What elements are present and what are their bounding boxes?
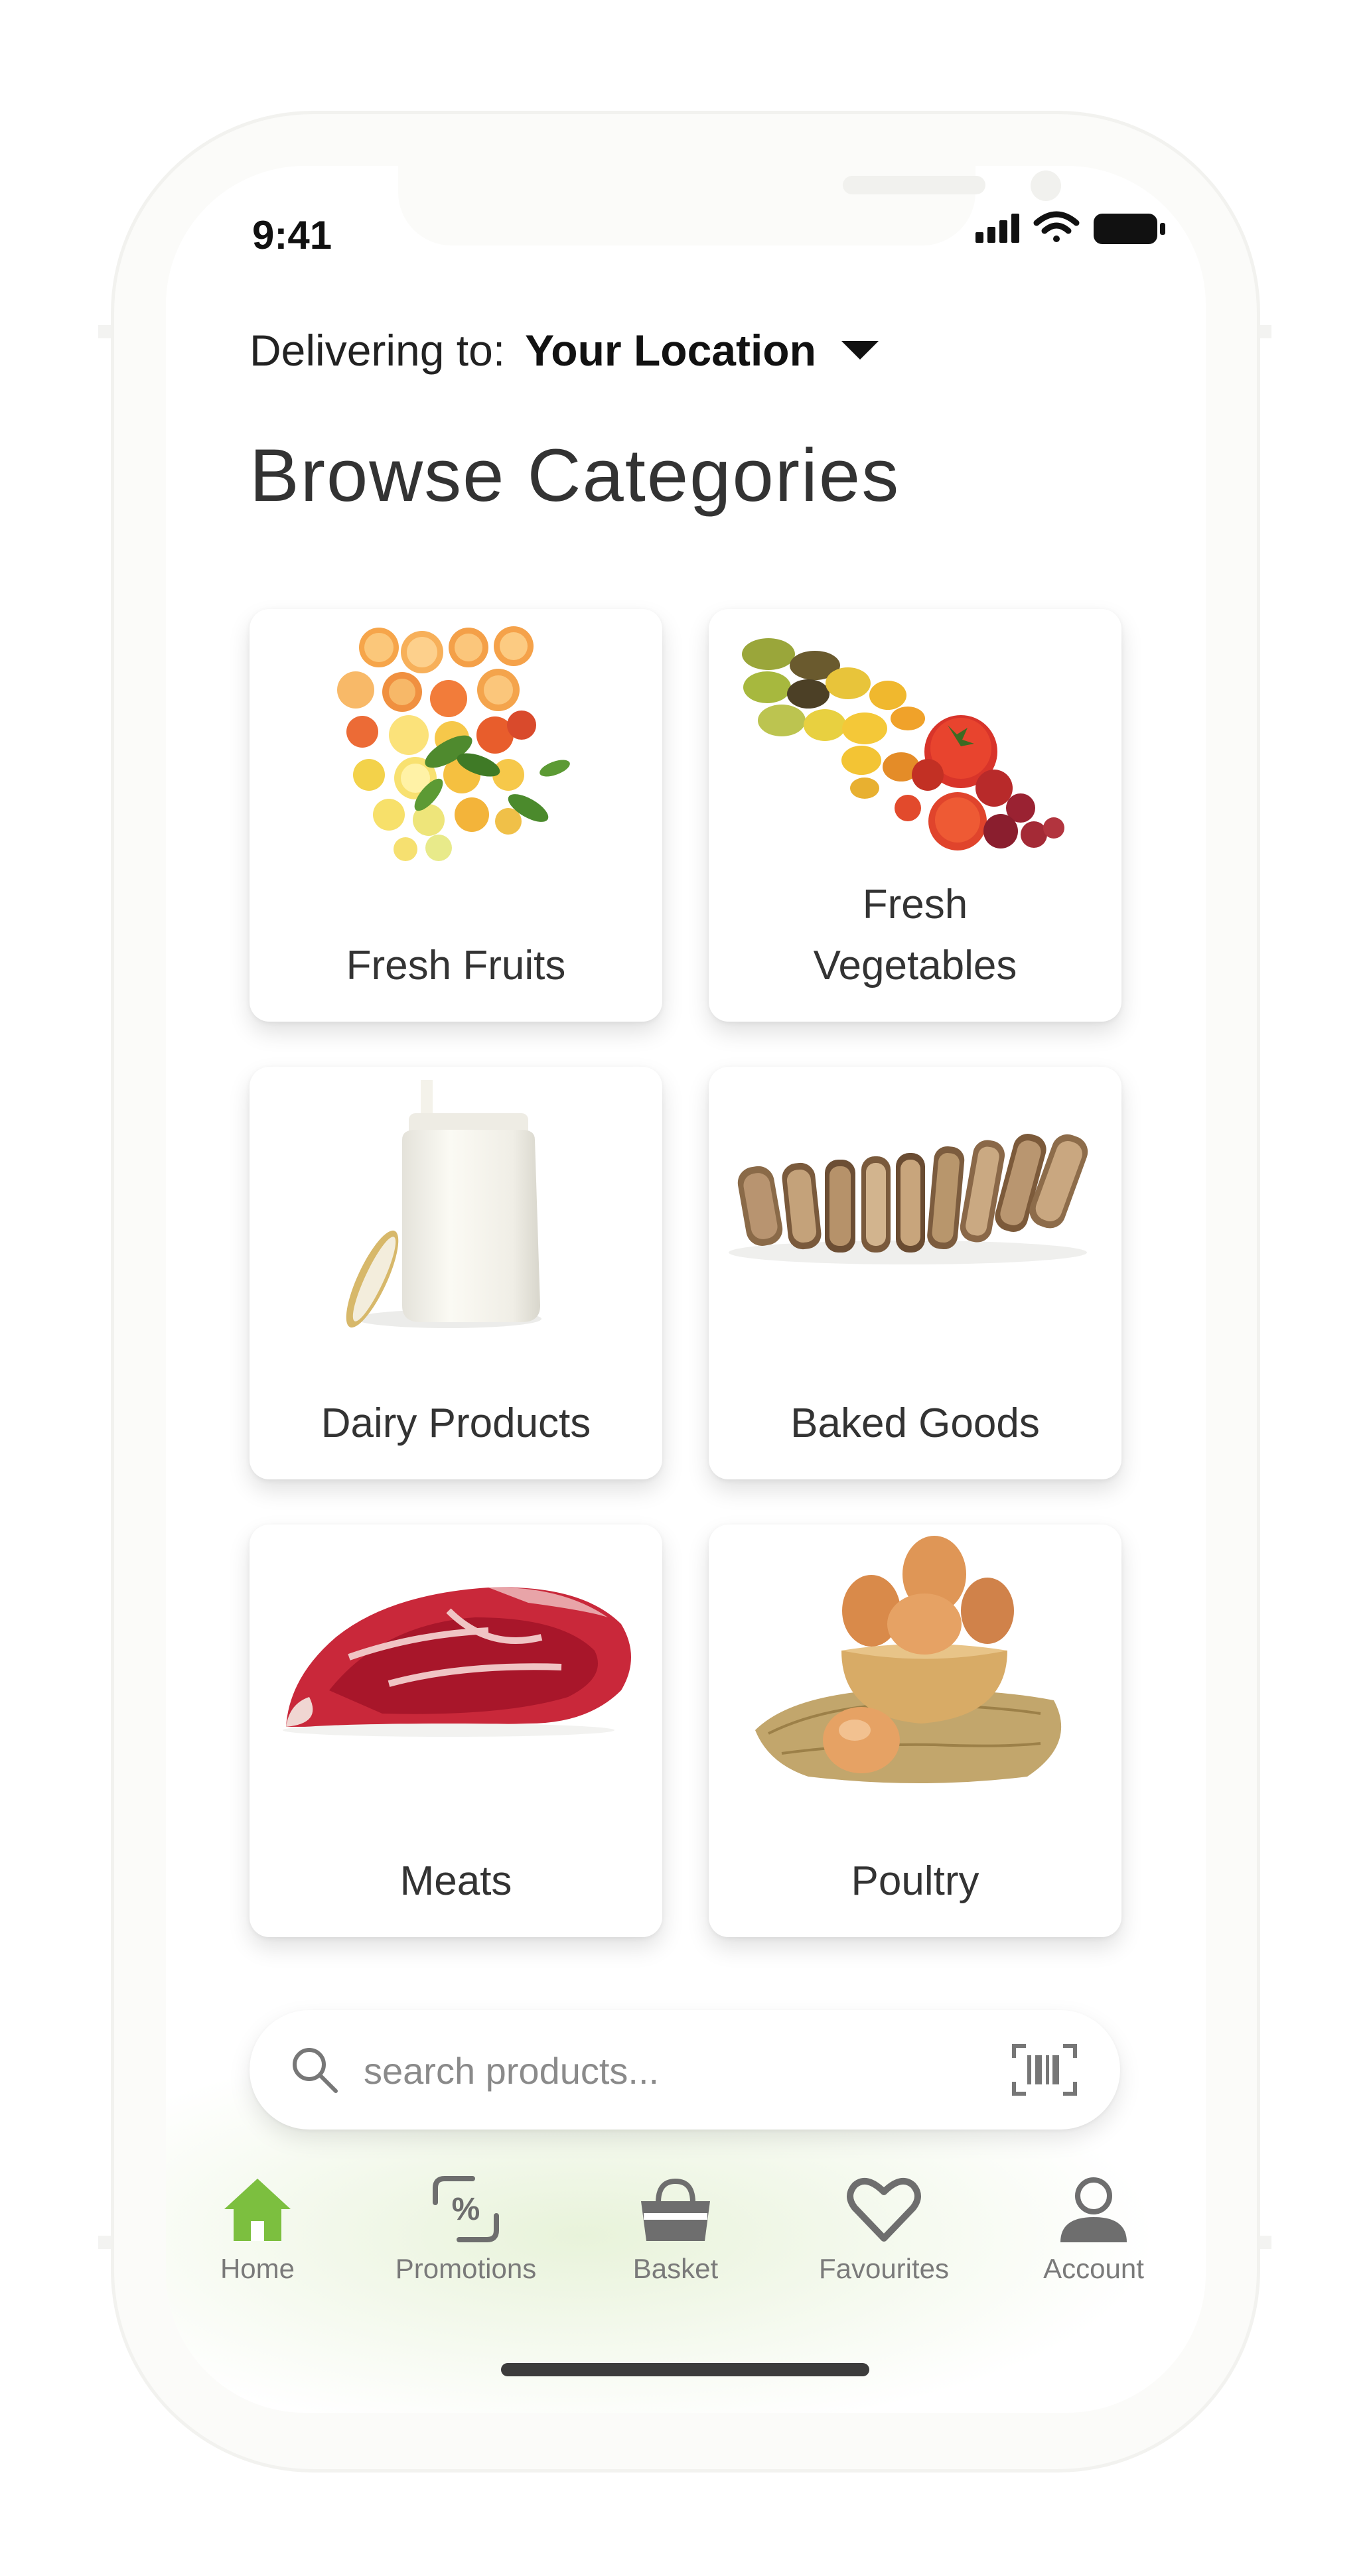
nav-item-basket[interactable]: Basket	[576, 2169, 775, 2302]
phone-screen: 9:41 Delivering to: Your Location Browse…	[166, 166, 1206, 2413]
speaker-grille	[843, 176, 985, 194]
nav-item-promotions[interactable]: % Promotions	[366, 2169, 565, 2302]
nav-label: Promotions	[395, 2253, 537, 2284]
status-time: 9:41	[252, 213, 332, 257]
delivery-location-value[interactable]: Your Location	[525, 325, 816, 375]
category-label: Fresh Fruits	[346, 943, 566, 988]
category-card-poultry[interactable]: Poultry	[709, 1525, 1121, 1937]
category-card-meats[interactable]: Meats	[250, 1525, 662, 1937]
caret-down-icon[interactable]	[841, 341, 879, 360]
nav-label: Account	[1043, 2253, 1144, 2284]
nav-label: Basket	[632, 2253, 719, 2284]
beef-steak-image	[283, 1587, 631, 1737]
category-label: Poultry	[851, 1858, 979, 1904]
milk-jar-image	[346, 1080, 541, 1328]
nav-label: Favourites	[818, 2253, 950, 2284]
frame-tick	[98, 325, 115, 338]
category-label: Meats	[399, 1858, 512, 1904]
delivery-prefix: Delivering to:	[250, 326, 506, 375]
front-camera	[1031, 170, 1061, 201]
search-input[interactable]	[362, 2037, 962, 2104]
category-card-fresh-vegetables[interactable]: Fresh Vegetables	[709, 609, 1121, 1022]
account-icon	[1060, 2177, 1127, 2242]
basket-icon	[641, 2178, 710, 2241]
category-label: Dairy Products	[321, 1400, 591, 1446]
citrus-fruits-image	[337, 626, 570, 861]
wifi-icon	[1033, 211, 1080, 242]
battery-icon	[1094, 214, 1165, 244]
frame-tick	[98, 2236, 115, 2249]
category-label: Baked Goods	[790, 1400, 1040, 1446]
nav-item-account[interactable]: Account	[994, 2169, 1193, 2302]
home-indicator[interactable]	[501, 2363, 869, 2376]
category-card-baked-goods[interactable]: Baked Goods	[709, 1067, 1121, 1479]
category-card-fresh-fruits[interactable]: Fresh Fruits	[250, 609, 662, 1022]
nav-item-favourites[interactable]: Favourites	[784, 2169, 983, 2302]
heart-icon	[847, 2177, 921, 2242]
eggs-bowl-image	[755, 1536, 1062, 1783]
search-bar[interactable]	[250, 2010, 1120, 2130]
nav-item-home[interactable]: Home	[166, 2169, 357, 2302]
page-title: Browse Categories	[250, 434, 901, 517]
category-label: Fresh Vegetables	[813, 882, 1017, 988]
bread-loaf-image	[729, 1134, 1088, 1264]
promotions-icon: %	[433, 2176, 499, 2242]
bottom-nav: Home % Promotions Basket Favourites Acco…	[166, 2169, 1206, 2302]
home-icon	[224, 2179, 291, 2241]
barcode-scan-icon[interactable]	[1011, 2043, 1078, 2096]
nav-label: Home	[220, 2253, 295, 2284]
delivery-location[interactable]: Delivering to: Your Location	[250, 325, 879, 375]
svg-text:%: %	[452, 2192, 480, 2227]
signal-icon	[975, 214, 1019, 243]
category-card-dairy-products[interactable]: Dairy Products	[250, 1067, 662, 1479]
search-icon[interactable]	[288, 2043, 341, 2096]
tomatoes-vegetables-image	[742, 638, 1064, 850]
status-icons	[975, 211, 1165, 244]
phone-notch	[398, 166, 1061, 245]
